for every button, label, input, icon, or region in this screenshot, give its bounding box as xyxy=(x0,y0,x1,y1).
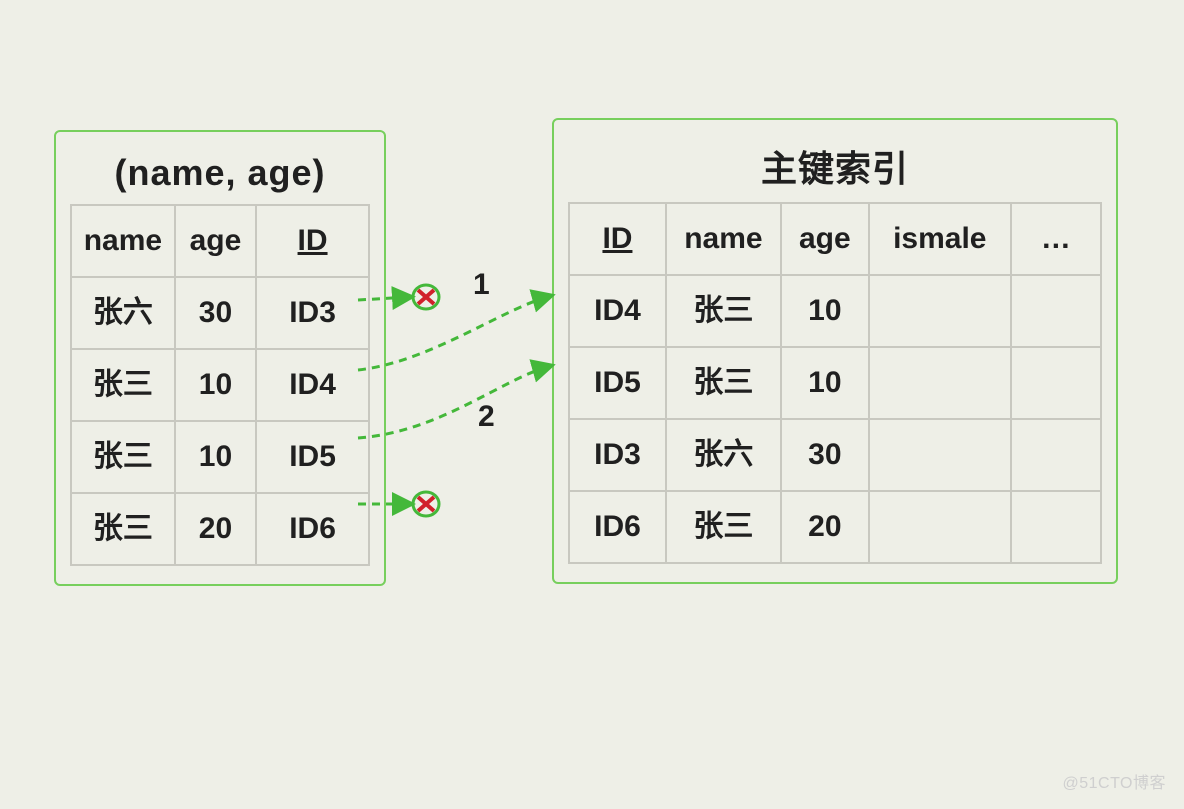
table-row: 张三 10 ID5 xyxy=(71,421,369,493)
cell-id: ID4 xyxy=(256,349,369,421)
table-row: ID5 张三 10 xyxy=(569,347,1101,419)
cell-name: 张三 xyxy=(666,491,781,563)
cell-age: 10 xyxy=(781,347,869,419)
cell-name: 张六 xyxy=(666,419,781,491)
cell-age: 10 xyxy=(175,349,256,421)
cell-name: 张三 xyxy=(71,493,175,565)
cell-age: 20 xyxy=(175,493,256,565)
primary-index-table: ID name age ismale … ID4 张三 10 ID5 张三 10 xyxy=(568,202,1102,564)
cell-ismale xyxy=(869,347,1011,419)
cell-ext xyxy=(1011,347,1101,419)
col-age: age xyxy=(175,205,256,277)
table-row: ID6 张三 20 xyxy=(569,491,1101,563)
table-header-row: ID name age ismale … xyxy=(569,203,1101,275)
table-row: 张六 30 ID3 xyxy=(71,277,369,349)
cell-id: ID3 xyxy=(256,277,369,349)
arrow-id5-to-primary xyxy=(358,366,550,438)
reject-icon xyxy=(413,285,439,309)
cell-age: 30 xyxy=(781,419,869,491)
cell-id: ID6 xyxy=(256,493,369,565)
cell-age: 10 xyxy=(781,275,869,347)
cell-ismale xyxy=(869,491,1011,563)
secondary-index-title: (name, age) xyxy=(70,152,370,194)
cell-name: 张三 xyxy=(71,349,175,421)
col-id: ID xyxy=(256,205,369,277)
table-row: ID3 张六 30 xyxy=(569,419,1101,491)
col-ellipsis: … xyxy=(1011,203,1101,275)
cell-age: 10 xyxy=(175,421,256,493)
cell-id: ID5 xyxy=(256,421,369,493)
cell-id: ID3 xyxy=(569,419,666,491)
cell-name: 张三 xyxy=(71,421,175,493)
arrow-id4-to-primary xyxy=(358,296,550,370)
cell-name: 张六 xyxy=(71,277,175,349)
secondary-index-panel: (name, age) name age ID 张六 30 ID3 张三 10 … xyxy=(54,130,386,586)
arrow1-label: 1 xyxy=(473,268,490,302)
table-header-row: name age ID xyxy=(71,205,369,277)
col-name: name xyxy=(71,205,175,277)
watermark: @51CTO博客 xyxy=(1062,769,1166,793)
primary-index-panel: 主键索引 ID name age ismale … ID4 张三 10 ID5 xyxy=(552,118,1118,584)
cell-ext xyxy=(1011,491,1101,563)
table-row: 张三 20 ID6 xyxy=(71,493,369,565)
cell-id: ID6 xyxy=(569,491,666,563)
cell-ext xyxy=(1011,275,1101,347)
cell-ext xyxy=(1011,419,1101,491)
col-name: name xyxy=(666,203,781,275)
col-age: age xyxy=(781,203,869,275)
cell-ismale xyxy=(869,419,1011,491)
cell-age: 30 xyxy=(175,277,256,349)
arrow2-label: 2 xyxy=(478,400,495,434)
table-row: ID4 张三 10 xyxy=(569,275,1101,347)
col-id: ID xyxy=(569,203,666,275)
reject-icon xyxy=(413,492,439,516)
secondary-index-table: name age ID 张六 30 ID3 张三 10 ID4 张三 10 ID… xyxy=(70,204,370,566)
cell-name: 张三 xyxy=(666,275,781,347)
col-ismale: ismale xyxy=(869,203,1011,275)
cell-ismale xyxy=(869,275,1011,347)
cell-name: 张三 xyxy=(666,347,781,419)
primary-index-title: 主键索引 xyxy=(568,140,1102,192)
table-row: 张三 10 ID4 xyxy=(71,349,369,421)
cell-age: 20 xyxy=(781,491,869,563)
cell-id: ID5 xyxy=(569,347,666,419)
cell-id: ID4 xyxy=(569,275,666,347)
